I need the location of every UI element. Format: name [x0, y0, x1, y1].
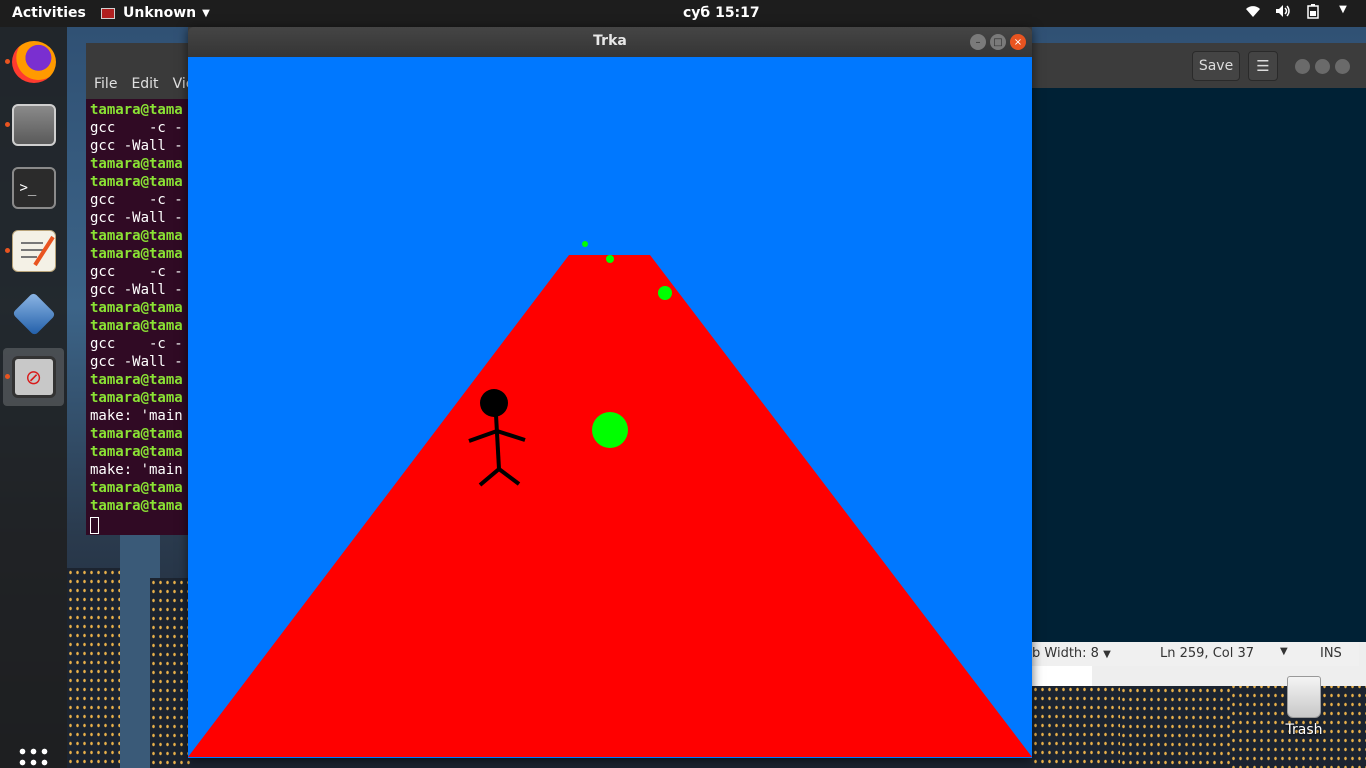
- terminal-line: tamara@tama: [90, 156, 183, 172]
- terminal-line: gcc -Wall -: [90, 282, 183, 298]
- caret-down-icon: ▼: [202, 7, 210, 19]
- minimize-icon[interactable]: [1295, 59, 1310, 74]
- tab-width-selector[interactable]: b Width: 8 ▼: [1032, 646, 1111, 661]
- terminal-line: tamara@tama: [90, 102, 183, 118]
- unknown-app-icon: ⊘: [11, 356, 56, 398]
- running-indicator: [5, 374, 10, 379]
- wifi-icon[interactable]: [1244, 4, 1262, 23]
- dock-item-text-editor[interactable]: [3, 222, 64, 280]
- terminal-line: tamara@tama: [90, 390, 183, 406]
- maximize-icon[interactable]: □: [990, 34, 1006, 50]
- game-window[interactable]: Trka – □ ×: [188, 27, 1032, 758]
- running-indicator: [5, 122, 10, 127]
- trash-icon: [1287, 676, 1321, 718]
- dock-item-firefox[interactable]: [3, 33, 64, 91]
- volume-icon[interactable]: [1274, 4, 1292, 23]
- terminal-line: gcc -c -: [90, 192, 183, 208]
- text-editor-icon: [11, 230, 56, 272]
- dock-item-virtualbox[interactable]: [3, 285, 64, 343]
- terminal-menubar: File Edit Vie: [86, 43, 196, 99]
- power-menu-icon[interactable]: ▼: [1334, 4, 1352, 23]
- app-menu[interactable]: Unknown ▼: [101, 5, 210, 21]
- terminal-line: gcc -c -: [90, 336, 183, 352]
- maximize-icon[interactable]: [1315, 59, 1330, 74]
- terminal-line: gcc -Wall -: [90, 210, 183, 226]
- dock-item-files[interactable]: [3, 96, 64, 154]
- terminal-icon: >_: [11, 167, 56, 209]
- terminal-line: tamara@tama: [90, 444, 183, 460]
- battery-icon[interactable]: [1304, 4, 1322, 23]
- terminal-menu-item[interactable]: Edit: [131, 76, 158, 92]
- running-indicator: [5, 59, 10, 64]
- obstacle-ball: [592, 412, 628, 448]
- wallpaper-building: [67, 568, 127, 768]
- chevron-down-icon: ▼: [1103, 649, 1111, 660]
- terminal-line: gcc -c -: [90, 120, 183, 136]
- show-applications-icon[interactable]: [17, 746, 49, 768]
- terminal-line: gcc -c -: [90, 264, 183, 280]
- terminal-line: tamara@tama: [90, 426, 183, 442]
- close-icon[interactable]: ×: [1010, 34, 1026, 50]
- hamburger-menu-icon[interactable]: ☰: [1248, 51, 1278, 81]
- editor-headerbar: Save ☰: [1032, 43, 1366, 88]
- activities-button[interactable]: Activities: [12, 5, 86, 21]
- terminal-line: gcc -Wall -: [90, 354, 183, 370]
- terminal-line: tamara@tama: [90, 174, 183, 190]
- terminal-menu-item[interactable]: File: [94, 76, 117, 92]
- terminal-line: tamara@tama: [90, 318, 183, 334]
- virtualbox-icon: [11, 292, 56, 336]
- running-indicator: [5, 248, 10, 253]
- obstacle-ball: [658, 286, 672, 300]
- dock: >_ ⊘: [0, 27, 67, 768]
- terminal-line: gcc -Wall -: [90, 138, 183, 154]
- terminal-line: make: 'main: [90, 408, 183, 424]
- chevron-down-icon[interactable]: ▼: [1280, 646, 1288, 657]
- game-canvas[interactable]: [188, 57, 1032, 758]
- editor-tooltip-area: [1032, 666, 1092, 686]
- obstacle-ball: [606, 255, 614, 263]
- wallpaper-building: [150, 578, 190, 768]
- close-icon[interactable]: [1335, 59, 1350, 74]
- insert-mode: INS: [1320, 646, 1342, 661]
- trash-label: Trash: [1285, 722, 1323, 738]
- terminal-output[interactable]: tamara@tama gcc -c - gcc -Wall - tamara@tam…: [86, 99, 196, 539]
- dock-item-terminal[interactable]: >_: [3, 159, 64, 217]
- editor-text-area[interactable]: [1032, 88, 1366, 642]
- terminal-cursor: [90, 517, 99, 534]
- window-titlebar[interactable]: Trka – □ ×: [188, 27, 1032, 57]
- dock-item-unknown-app[interactable]: ⊘: [3, 348, 64, 406]
- obstacle-ball: [582, 241, 588, 247]
- tab-width-label: b Width: 8: [1032, 646, 1099, 661]
- terminal-line: tamara@tama: [90, 480, 183, 496]
- terminal-line: tamara@tama: [90, 372, 183, 388]
- text-editor-window[interactable]: Save ☰ b Width: 8 ▼ Ln 259, Col 37 ▼ INS: [1032, 43, 1366, 686]
- terminal-window[interactable]: File Edit Vie tamara@tama gcc -c - gcc -Wall…: [86, 43, 196, 535]
- files-icon: [11, 104, 56, 146]
- terminal-line: tamara@tama: [90, 300, 183, 316]
- editor-statusbar: b Width: 8 ▼ Ln 259, Col 37 ▼ INS: [1032, 642, 1359, 666]
- firefox-icon: [11, 41, 56, 83]
- cursor-position: Ln 259, Col 37: [1160, 646, 1255, 661]
- terminal-line: make: 'main: [90, 462, 183, 478]
- app-menu-label: Unknown: [123, 5, 197, 21]
- system-tray[interactable]: ▼: [1244, 4, 1352, 23]
- terminal-line: tamara@tama: [90, 498, 183, 514]
- trash-desktop-icon[interactable]: Trash: [1280, 676, 1328, 738]
- window-title: Trka: [593, 33, 627, 49]
- player-head: [480, 389, 508, 417]
- clock[interactable]: суб 15:17: [683, 5, 760, 21]
- terminal-line: tamara@tama: [90, 228, 183, 244]
- save-button[interactable]: Save: [1192, 51, 1240, 81]
- terminal-line: tamara@tama: [90, 246, 183, 262]
- top-bar: Activities Unknown ▼ суб 15:17 ▼: [0, 0, 1366, 27]
- minimize-icon[interactable]: –: [970, 34, 986, 50]
- app-window-icon: [101, 7, 115, 19]
